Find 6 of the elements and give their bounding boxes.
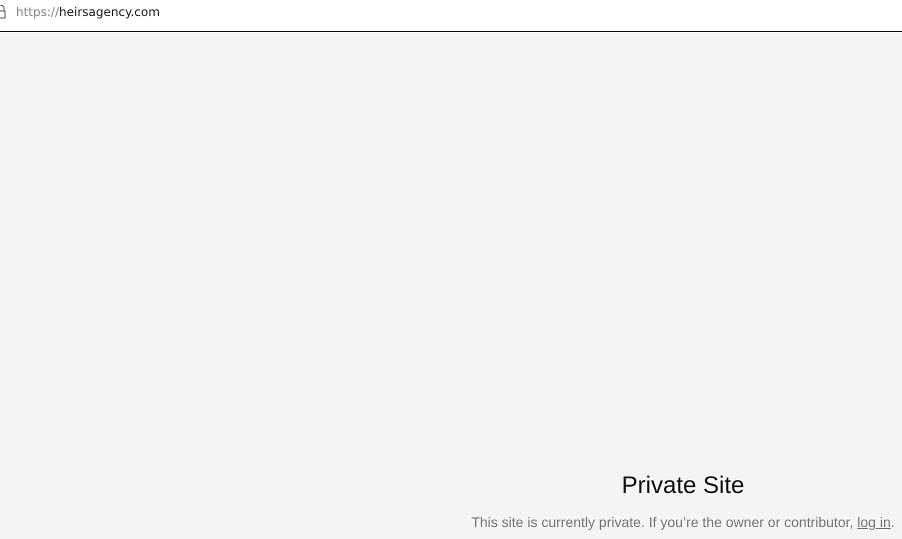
private-message: This site is currently private. If you’re the owner or contributor, log in. <box>470 514 896 530</box>
lock-icon <box>0 4 6 18</box>
url-text: https://heirsagency.com <box>16 4 160 18</box>
login-link[interactable]: log in <box>857 514 891 530</box>
address-bar[interactable]: https://heirsagency.com <box>0 0 902 32</box>
page-title: Private Site <box>620 472 746 500</box>
